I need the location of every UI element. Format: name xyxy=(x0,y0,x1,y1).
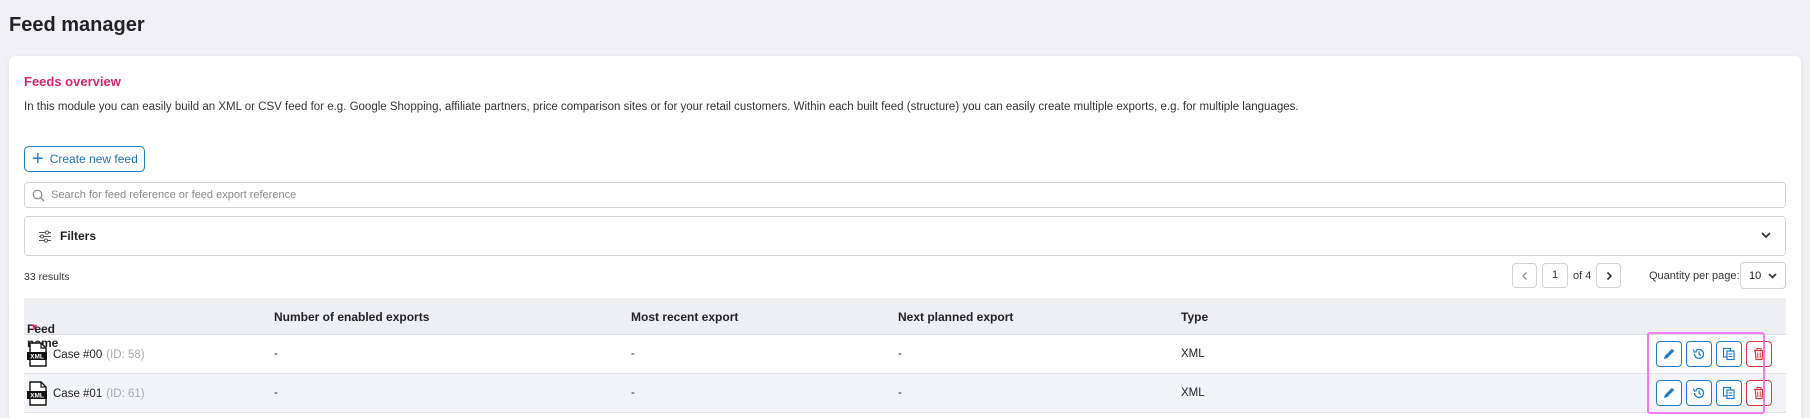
enabled-exports-value: - xyxy=(274,348,278,360)
history-button[interactable] xyxy=(1686,380,1712,406)
delete-button[interactable] xyxy=(1746,341,1772,367)
most-recent-export-value: - xyxy=(631,387,635,399)
table-header: Feed name ▼ Number of enabled exports Mos… xyxy=(24,298,1786,350)
page-number-input[interactable]: 1 xyxy=(1542,263,1568,288)
page-total-label: of 4 xyxy=(1573,269,1592,282)
trash-icon xyxy=(1754,348,1764,361)
filter-sliders-icon xyxy=(39,229,51,243)
search-icon xyxy=(32,189,45,201)
copy-icon xyxy=(1722,386,1735,400)
intro-text: In this module you can easily build an X… xyxy=(24,101,1299,113)
xml-file-icon: XML xyxy=(27,342,47,367)
feeds-table: Feed name ▼ Number of enabled exports Mos… xyxy=(24,298,1786,413)
history-button[interactable] xyxy=(1686,341,1712,367)
edit-button[interactable] xyxy=(1656,341,1682,367)
pagination: 1 of 4 xyxy=(1512,262,1622,289)
sort-descending-icon: ▼ xyxy=(30,322,39,332)
type-value: XML xyxy=(1181,387,1205,399)
chevron-down-icon xyxy=(1761,232,1771,239)
next-planned-export-value: - xyxy=(898,348,902,360)
pencil-icon xyxy=(1664,387,1675,398)
filters-panel-toggle[interactable]: Filters xyxy=(24,216,1786,256)
create-new-feed-label: Create new feed xyxy=(49,152,138,166)
feed-name: Case #00 xyxy=(53,348,103,361)
column-header-enabled-exports: Number of enabled exports xyxy=(274,310,430,324)
chevron-left-icon xyxy=(1521,271,1527,280)
enabled-exports-value: - xyxy=(274,387,278,399)
feed-name-cell: XML Case #00 (ID: 58) xyxy=(27,342,145,367)
history-icon xyxy=(1692,387,1705,399)
column-header-type: Type xyxy=(1181,310,1209,324)
most-recent-export-value: - xyxy=(631,348,635,360)
trash-icon xyxy=(1754,387,1764,400)
copy-icon xyxy=(1722,347,1735,361)
svg-text:XML: XML xyxy=(30,393,44,400)
delete-button[interactable] xyxy=(1746,380,1772,406)
previous-page-button[interactable] xyxy=(1512,263,1537,288)
search-input[interactable] xyxy=(51,189,1785,201)
feeds-overview-card: Feeds overview In this module you can ea… xyxy=(9,56,1801,418)
section-title: Feeds overview xyxy=(24,74,121,89)
feed-name: Case #01 xyxy=(53,387,103,400)
filters-label: Filters xyxy=(60,229,97,243)
chevron-down-icon xyxy=(1768,273,1777,279)
type-value: XML xyxy=(1181,348,1205,360)
row-actions xyxy=(1656,380,1772,406)
quantity-per-page-label: Quantity per page: xyxy=(1649,270,1740,282)
quantity-per-page-select[interactable]: 10 xyxy=(1740,262,1786,289)
column-header-most-recent-export: Most recent export xyxy=(631,310,739,324)
search-bar xyxy=(24,182,1786,208)
table-row: XML Case #00 (ID: 58) - - - XML xyxy=(24,335,1786,374)
next-planned-export-value: - xyxy=(898,387,902,399)
page-title: Feed manager xyxy=(9,14,145,36)
feed-name-cell: XML Case #01 (ID: 61) xyxy=(27,381,145,406)
results-count: 33 results xyxy=(24,271,70,283)
next-page-button[interactable] xyxy=(1596,263,1622,288)
create-new-feed-button[interactable]: + Create new feed xyxy=(24,146,145,172)
pencil-icon xyxy=(1664,348,1675,359)
table-row: XML Case #01 (ID: 61) - - - XML xyxy=(24,374,1786,413)
quantity-per-page-value: 10 xyxy=(1749,269,1762,282)
duplicate-button[interactable] xyxy=(1716,380,1742,406)
feed-id: (ID: 58) xyxy=(106,348,145,361)
column-header-next-planned-export: Next planned export xyxy=(898,310,1014,324)
svg-text:XML: XML xyxy=(30,354,44,361)
feed-id: (ID: 61) xyxy=(106,387,145,400)
chevron-right-icon xyxy=(1606,271,1612,280)
plus-icon: + xyxy=(32,148,44,170)
history-icon xyxy=(1692,348,1705,360)
row-actions xyxy=(1656,341,1772,367)
xml-file-icon: XML xyxy=(27,381,47,406)
edit-button[interactable] xyxy=(1656,380,1682,406)
duplicate-button[interactable] xyxy=(1716,341,1742,367)
